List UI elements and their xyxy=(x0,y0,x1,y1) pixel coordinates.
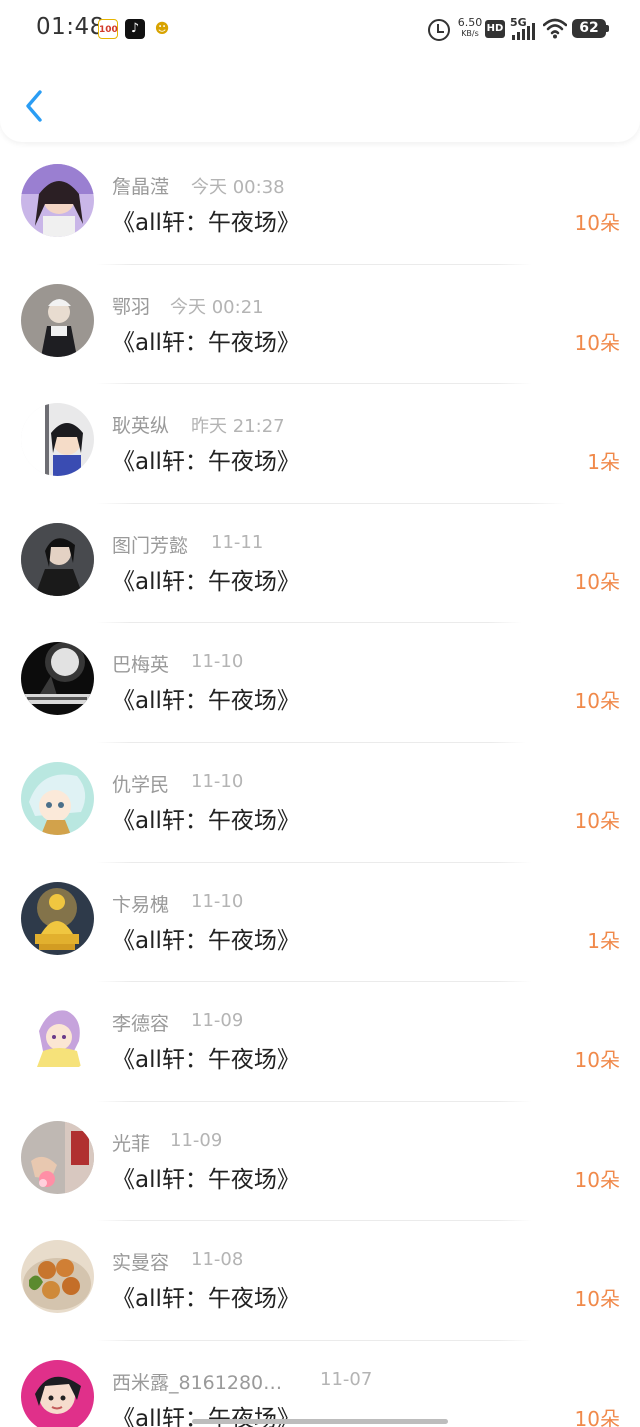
avatar[interactable] xyxy=(21,1359,94,1427)
network-type: 5G xyxy=(510,16,527,29)
gift-time: 今天 00:21 xyxy=(170,296,264,318)
book-title[interactable]: 《all轩：午夜场》 xyxy=(112,681,300,715)
net-speed: 6.50 KB/s xyxy=(455,17,485,41)
flower-count: 10朵 xyxy=(574,330,620,355)
gift-time: 昨天 21:27 xyxy=(191,416,285,438)
hd-icon: HD xyxy=(485,20,505,38)
gift-time: 11-09 xyxy=(170,1129,223,1151)
gift-row[interactable]: 耿英纵 昨天 21:27 《all轩：午夜场》 1朵 xyxy=(0,384,640,504)
net-speed-unit: KB/s xyxy=(461,29,479,38)
alarm-icon xyxy=(428,19,450,41)
avatar[interactable] xyxy=(21,1120,94,1194)
book-title[interactable]: 《all轩：午夜场》 xyxy=(112,323,300,357)
sender-name[interactable]: 实曼容 xyxy=(112,1248,169,1275)
gift-list: 詹晶滢 今天 00:38 《all轩：午夜场》 10朵 鄂羽 今天 00:21 《all轩：… xyxy=(0,145,640,1427)
sender-name[interactable]: 巴梅英 xyxy=(112,650,169,677)
flower-count: 10朵 xyxy=(574,808,620,833)
flower-count: 10朵 xyxy=(574,569,620,594)
sender-name[interactable]: 光菲 xyxy=(112,1129,150,1156)
book-title[interactable]: 《all轩：午夜场》 xyxy=(112,562,300,596)
gift-time: 11-08 xyxy=(191,1249,244,1271)
sender-name[interactable]: 卞易槐 xyxy=(112,890,169,917)
gift-time: 11-10 xyxy=(191,890,244,912)
book-title[interactable]: 《all轩：午夜场》 xyxy=(112,1279,300,1313)
chevron-left-icon xyxy=(26,90,42,122)
gift-row[interactable]: 鄂羽 今天 00:21 《all轩：午夜场》 10朵 xyxy=(0,265,640,385)
sender-name[interactable]: 仇学民 xyxy=(112,770,169,797)
gift-row[interactable]: 西米露_8161280… 11-07 《all轩：午夜场》 10朵 xyxy=(0,1341,640,1427)
flower-count: 10朵 xyxy=(574,211,620,235)
tiktok-icon: ♪ xyxy=(125,19,145,39)
top-header: 01:48 100 ♪ ☻ 6.50 KB/s HD 5G 62 xyxy=(0,0,640,142)
gift-time: 11-09 xyxy=(191,1010,244,1032)
flower-count: 10朵 xyxy=(574,1048,620,1073)
sender-name[interactable]: 图门芳懿 xyxy=(112,531,188,558)
gift-time: 11-11 xyxy=(211,531,264,553)
signal-icon: 5G xyxy=(510,16,538,40)
app-icon: ☻ xyxy=(154,21,170,37)
avatar[interactable] xyxy=(21,164,94,237)
book-title[interactable]: 《all轩：午夜场》 xyxy=(112,1160,300,1194)
book-title[interactable]: 《all轩：午夜场》 xyxy=(112,442,300,476)
flower-count: 1朵 xyxy=(587,450,620,475)
gift-time: 今天 00:38 xyxy=(191,177,285,198)
sender-name[interactable]: 西米露_8161280… xyxy=(112,1368,282,1395)
flower-count: 1朵 xyxy=(587,928,620,953)
status-time: 01:48 xyxy=(36,14,105,40)
gift-row[interactable]: 光菲 11-09 《all轩：午夜场》 10朵 xyxy=(0,1102,640,1222)
book-title[interactable]: 《all轩：午夜场》 xyxy=(112,801,300,835)
gift-row[interactable]: 詹晶滢 今天 00:38 《all轩：午夜场》 10朵 xyxy=(0,145,640,265)
sender-name[interactable]: 李德容 xyxy=(112,1009,169,1036)
avatar[interactable] xyxy=(21,881,94,955)
book-title[interactable]: 《all轩：午夜场》 xyxy=(112,203,300,237)
avatar[interactable] xyxy=(21,283,94,357)
app-100-icon: 100 xyxy=(98,19,118,39)
avatar[interactable] xyxy=(21,1240,94,1314)
avatar[interactable] xyxy=(21,642,94,716)
wifi-icon xyxy=(543,18,567,39)
status-bar: 01:48 100 ♪ ☻ 6.50 KB/s HD 5G 62 xyxy=(0,0,640,58)
flower-count: 10朵 xyxy=(574,689,620,714)
gift-row[interactable]: 卞易槐 11-10 《all轩：午夜场》 1朵 xyxy=(0,863,640,983)
gift-row[interactable]: 图门芳懿 11-11 《all轩：午夜场》 10朵 xyxy=(0,504,640,624)
gift-time: 11-10 xyxy=(191,651,244,673)
sender-name[interactable]: 鄂羽 xyxy=(112,292,150,319)
gift-row[interactable]: 李德容 11-09 《all轩：午夜场》 10朵 xyxy=(0,982,640,1102)
gift-time: 11-07 xyxy=(320,1368,373,1390)
sender-name[interactable]: 詹晶滢 xyxy=(112,172,169,199)
back-button[interactable] xyxy=(18,84,54,128)
sender-name[interactable]: 耿英纵 xyxy=(112,411,169,438)
gift-row[interactable]: 仇学民 11-10 《all轩：午夜场》 10朵 xyxy=(0,743,640,863)
book-title[interactable]: 《all轩：午夜场》 xyxy=(112,921,300,955)
home-indicator[interactable] xyxy=(192,1419,448,1424)
flower-count: 10朵 xyxy=(574,1406,620,1427)
avatar[interactable] xyxy=(21,761,94,835)
battery-icon: 62 xyxy=(572,19,609,38)
flower-count: 10朵 xyxy=(574,1287,620,1312)
avatar[interactable] xyxy=(21,522,94,596)
gift-row[interactable]: 巴梅英 11-10 《all轩：午夜场》 10朵 xyxy=(0,623,640,743)
gift-row[interactable]: 实曼容 11-08 《all轩：午夜场》 10朵 xyxy=(0,1221,640,1341)
avatar[interactable] xyxy=(21,1001,94,1075)
book-title[interactable]: 《all轩：午夜场》 xyxy=(112,1040,300,1074)
gift-time: 11-10 xyxy=(191,770,244,792)
avatar[interactable] xyxy=(21,403,94,477)
flower-count: 10朵 xyxy=(574,1167,620,1192)
